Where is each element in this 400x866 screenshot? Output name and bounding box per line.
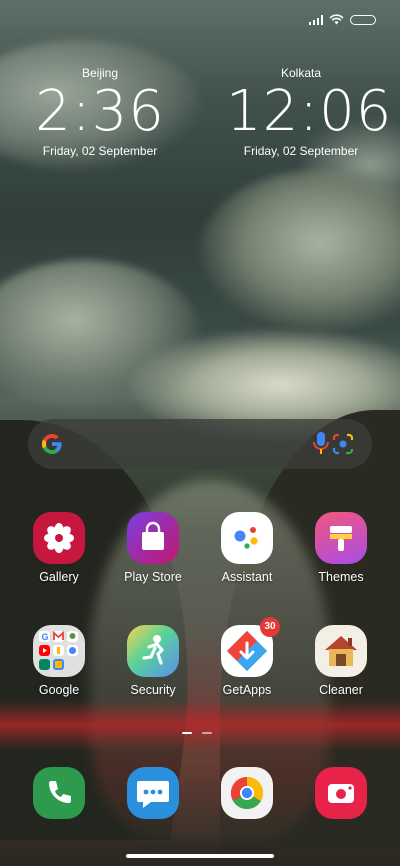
gallery-flower-icon	[33, 512, 85, 564]
app-play-store[interactable]: Play Store	[106, 512, 200, 584]
app-themes[interactable]: Themes	[294, 512, 388, 584]
dock-camera[interactable]	[294, 767, 388, 819]
cleaner-house-icon	[315, 625, 367, 677]
app-label: Assistant	[221, 570, 273, 584]
status-bar	[308, 14, 376, 25]
google-search-bar[interactable]	[28, 419, 372, 469]
page-dot-active	[182, 732, 192, 734]
clock-widget-beijing[interactable]: Beijing 2:36 Friday, 02 September	[25, 66, 175, 158]
app-google-folder[interactable]: G Google	[12, 625, 106, 697]
app-getapps[interactable]: 30 GetApps	[200, 617, 294, 697]
paint-brush-icon	[315, 512, 367, 564]
clock-date: Friday, 02 September	[243, 144, 359, 158]
phone-icon	[33, 767, 85, 819]
messages-icon	[127, 767, 179, 819]
google-lens-icon[interactable]	[332, 433, 354, 455]
app-cleaner[interactable]: Cleaner	[294, 625, 388, 697]
app-label: Gallery	[39, 570, 79, 584]
dock-messages[interactable]	[106, 767, 200, 819]
clock-widget-kolkata[interactable]: Kolkata 12:06 Friday, 02 September	[226, 66, 393, 158]
page-dot	[202, 732, 212, 734]
clock-time: 12:06	[226, 79, 393, 144]
camera-icon	[315, 767, 367, 819]
app-gallery[interactable]: Gallery	[12, 512, 106, 584]
shopping-bag-icon	[127, 512, 179, 564]
clock-city: Beijing	[81, 66, 119, 80]
microphone-icon[interactable]	[312, 431, 330, 457]
app-label: Security	[130, 683, 176, 697]
app-label: Cleaner	[319, 683, 363, 697]
chrome-icon	[221, 767, 273, 819]
clock-time: 2:36	[35, 79, 165, 144]
battery-icon	[350, 14, 376, 25]
clock-date: Friday, 02 September	[42, 144, 158, 158]
signal-icon	[308, 14, 323, 25]
app-label: Themes	[318, 570, 364, 584]
google-g-icon	[41, 434, 62, 455]
clock-city: Kolkata	[280, 66, 322, 80]
app-label: Play Store	[124, 570, 182, 584]
dock-chrome[interactable]	[200, 767, 294, 819]
page-indicator	[182, 732, 212, 734]
svg-text:G: G	[42, 632, 49, 642]
app-assistant[interactable]: Assistant	[200, 512, 294, 584]
app-security[interactable]: Security	[106, 625, 200, 697]
app-label: GetApps	[222, 683, 272, 697]
wifi-icon	[329, 14, 344, 25]
assistant-dots-icon	[221, 512, 273, 564]
app-label: Google	[38, 683, 80, 697]
security-runner-icon	[127, 625, 179, 677]
google-folder-icon: G	[33, 625, 85, 677]
gesture-nav-handle[interactable]	[126, 854, 274, 858]
notification-badge: 30	[260, 617, 280, 637]
dock-phone[interactable]	[12, 767, 106, 819]
